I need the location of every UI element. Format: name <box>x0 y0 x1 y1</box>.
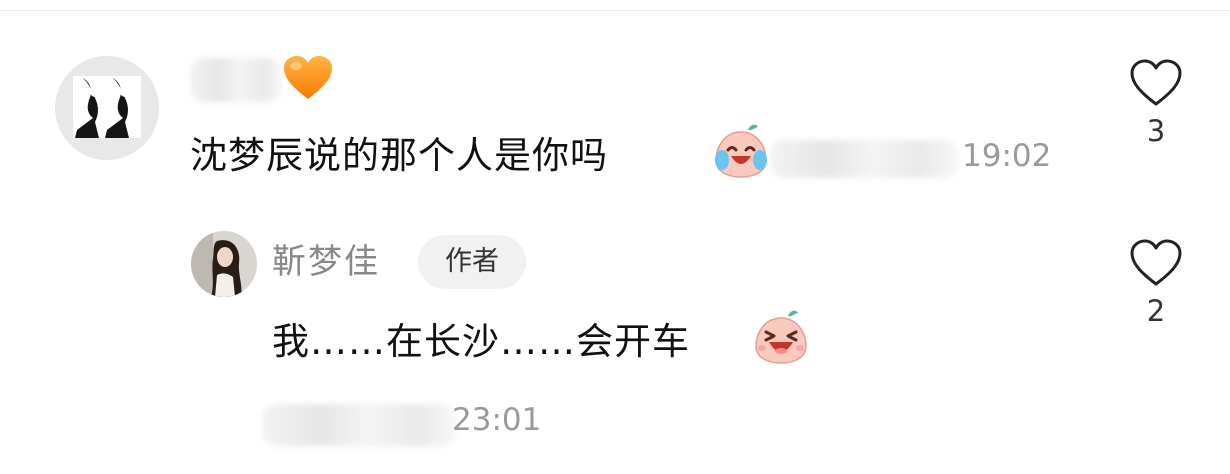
location-redacted <box>770 140 958 178</box>
heart-outline-icon[interactable] <box>1128 58 1184 108</box>
comment-like-count: 3 <box>1146 114 1166 148</box>
heart-outline-icon[interactable] <box>1128 238 1184 288</box>
commenter-name-redacted[interactable] <box>190 58 282 102</box>
commenter-avatar[interactable] <box>55 56 159 160</box>
comment-thread: 沈梦辰说的那个人是你吗 19:02 3 靳梦佳 作者 我……在长沙……会开车 2… <box>0 0 1230 474</box>
reply-location-redacted <box>262 404 456 446</box>
top-divider <box>0 10 1230 11</box>
orange-heart-icon <box>284 56 332 99</box>
author-avatar[interactable] <box>191 231 257 297</box>
crying-laughing-dumpling-icon <box>715 124 767 178</box>
reply-like-count: 2 <box>1146 294 1166 328</box>
reply-text: 我……在长沙……会开车 <box>272 320 690 363</box>
reply-like-button[interactable]: 2 <box>1126 238 1186 328</box>
comment-time: 19:02 <box>962 138 1052 174</box>
comment-text: 沈梦辰说的那个人是你吗 <box>190 134 608 177</box>
comment-like-button[interactable]: 3 <box>1126 58 1186 148</box>
author-name[interactable]: 靳梦佳 <box>272 240 380 284</box>
grinning-dumpling-icon <box>755 310 807 364</box>
reply-time: 23:01 <box>452 402 542 438</box>
author-badge: 作者 <box>418 235 526 289</box>
